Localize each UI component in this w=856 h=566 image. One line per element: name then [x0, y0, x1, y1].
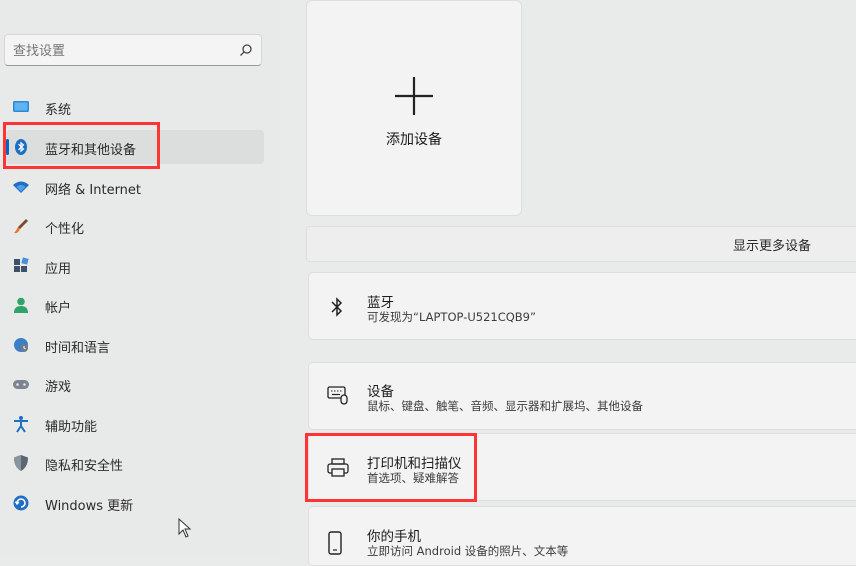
sidebar-item-windows-update[interactable]: Windows 更新 [6, 486, 264, 520]
sidebar-item-network[interactable]: 网络 & Internet [6, 170, 264, 204]
globe-clock-icon [12, 336, 30, 354]
your-phone-row[interactable]: 你的手机 立即访问 Android 设备的照片、文本等 [308, 506, 856, 566]
add-device-label: 添加设备 [386, 132, 442, 148]
mouse-cursor-icon [178, 517, 192, 542]
sidebar-item-label: 网络 & Internet [45, 183, 142, 198]
sidebar-item-label: 个性化 [45, 222, 85, 237]
person-icon [12, 296, 30, 314]
devices-row[interactable]: 设备 鼠标、键盘、触笔、音频、显示器和扩展坞、其他设备 [308, 362, 856, 430]
bluetooth-title: 蓝牙 [367, 295, 394, 311]
sidebar-item-accessibility[interactable]: 辅助功能 [6, 407, 264, 441]
add-device-card[interactable]: 添加设备 [306, 0, 522, 216]
apps-icon [12, 257, 30, 275]
sidebar-item-label: 帐户 [45, 301, 72, 316]
printers-subtitle: 首选项、疑难解答 [367, 471, 459, 485]
printers-title: 打印机和扫描仪 [367, 456, 462, 472]
active-indicator [6, 139, 9, 155]
bluetooth-icon [12, 138, 30, 156]
show-more-devices-row: 显示更多设备 [306, 226, 856, 262]
sidebar-item-label: 系统 [45, 103, 72, 118]
sidebar: 系统 蓝牙和其他设备 网络 & Internet 个性化 应用 帐户 [0, 0, 280, 555]
your-phone-subtitle: 立即访问 Android 设备的照片、文本等 [367, 544, 569, 558]
gamepad-icon [12, 375, 30, 393]
sidebar-item-time-language[interactable]: 时间和语言 [6, 328, 264, 362]
sidebar-item-label: 隐私和安全性 [45, 459, 124, 474]
sidebar-item-privacy[interactable]: 隐私和安全性 [6, 446, 264, 480]
sidebar-item-label: 蓝牙和其他设备 [45, 143, 137, 158]
bluetooth-subtitle: 可发现为“LAPTOP-U521CQB9” [367, 310, 536, 324]
search-box[interactable] [4, 34, 262, 66]
sidebar-item-bluetooth[interactable]: 蓝牙和其他设备 [6, 130, 264, 164]
keyboard-mouse-icon [327, 385, 349, 409]
shield-icon [12, 454, 30, 472]
bluetooth-icon [327, 296, 347, 322]
search-input[interactable] [13, 41, 228, 61]
sidebar-item-label: 游戏 [45, 380, 72, 395]
sidebar-item-label: 应用 [45, 262, 72, 277]
sidebar-item-label: 辅助功能 [45, 420, 98, 435]
sidebar-item-apps[interactable]: 应用 [6, 249, 264, 283]
wifi-icon [12, 178, 30, 196]
sidebar-item-gaming[interactable]: 游戏 [6, 367, 264, 401]
your-phone-title: 你的手机 [367, 529, 421, 545]
update-icon [12, 494, 30, 512]
sidebar-item-accounts[interactable]: 帐户 [6, 288, 264, 322]
show-more-devices-link[interactable]: 显示更多设备 [733, 235, 811, 254]
accessibility-icon [12, 415, 30, 433]
search-icon[interactable] [239, 42, 253, 61]
sidebar-item-label: Windows 更新 [45, 499, 134, 514]
sidebar-item-personalization[interactable]: 个性化 [6, 209, 264, 243]
bluetooth-row[interactable]: 蓝牙 可发现为“LAPTOP-U521CQB9” [308, 272, 856, 340]
brush-icon [12, 217, 30, 235]
main-content: 添加设备 显示更多设备 蓝牙 可发现为“LAPTOP-U521CQB9” 设备 … [280, 0, 856, 566]
printers-scanners-row[interactable]: 打印机和扫描仪 首选项、疑难解答 [308, 433, 856, 501]
devices-title: 设备 [367, 384, 394, 400]
monitor-icon [12, 98, 30, 116]
printer-icon [327, 458, 349, 482]
sidebar-item-system[interactable]: 系统 [6, 90, 264, 124]
devices-subtitle: 鼠标、键盘、触笔、音频、显示器和扩展坞、其他设备 [367, 399, 643, 413]
plus-icon [393, 75, 435, 121]
sidebar-item-label: 时间和语言 [45, 341, 111, 356]
